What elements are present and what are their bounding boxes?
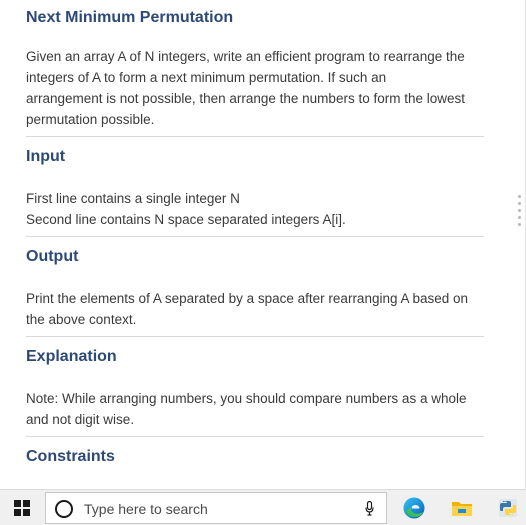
- section-divider: [26, 336, 484, 337]
- problem-title: Next Minimum Permutation: [26, 9, 234, 26]
- text-line: Print the elements of A separated by a s…: [26, 291, 469, 306]
- section-problem: Next Minimum Permutation: [26, 8, 484, 28]
- explanation-heading: Explanation: [26, 348, 117, 365]
- taskbar: Type here to search: [0, 489, 526, 525]
- section-divider: [26, 136, 484, 137]
- output-heading: Output: [26, 248, 79, 265]
- problem-description: Given an array A of N integers, write an…: [26, 46, 484, 130]
- explanation-description: Note: While arranging numbers, you shoul…: [26, 388, 484, 430]
- search-placeholder[interactable]: Type here to search: [84, 500, 208, 518]
- taskbar-search-box[interactable]: Type here to search: [45, 492, 387, 524]
- python-taskbar-button[interactable]: [488, 490, 526, 525]
- section-divider: [26, 236, 484, 237]
- text-line: the above context.: [26, 312, 137, 327]
- section-output: Output: [26, 247, 484, 267]
- text-line: integers of A to form a next minimum per…: [26, 70, 387, 85]
- output-description: Print the elements of A separated by a s…: [26, 288, 484, 330]
- constraints-heading: Constraints: [26, 448, 115, 465]
- file-explorer-icon: [452, 502, 472, 516]
- section-divider: [26, 436, 484, 437]
- text-line: Note: While arranging numbers, you shoul…: [26, 391, 467, 406]
- problem-statement-panel: Next Minimum Permutation Given an array …: [0, 0, 526, 489]
- text-line: permutation possible.: [26, 112, 155, 127]
- input-description: First line contains a single integer N S…: [26, 188, 484, 230]
- edge-icon: [403, 497, 425, 519]
- edge-taskbar-button[interactable]: [394, 490, 434, 525]
- text-line: arrangement is not possible, then arrang…: [26, 91, 465, 106]
- microphone-icon[interactable]: [365, 501, 374, 516]
- text-line: Second line contains N space separated i…: [26, 212, 346, 227]
- text-line: First line contains a single integer N: [26, 191, 240, 206]
- windows-start-icon: [14, 500, 30, 516]
- file-explorer-taskbar-button[interactable]: [442, 490, 482, 525]
- python-icon: [499, 499, 517, 517]
- section-explanation: Explanation: [26, 347, 484, 367]
- input-heading: Input: [26, 148, 66, 165]
- search-icon: [55, 500, 73, 518]
- start-button[interactable]: [0, 490, 44, 525]
- scrollbar-handle[interactable]: [518, 195, 521, 230]
- text-line: and not digit wise.: [26, 412, 135, 427]
- text-line: Given an array A of N integers, write an…: [26, 49, 465, 64]
- section-constraints: Constraints: [26, 447, 484, 467]
- section-input: Input: [26, 147, 484, 167]
